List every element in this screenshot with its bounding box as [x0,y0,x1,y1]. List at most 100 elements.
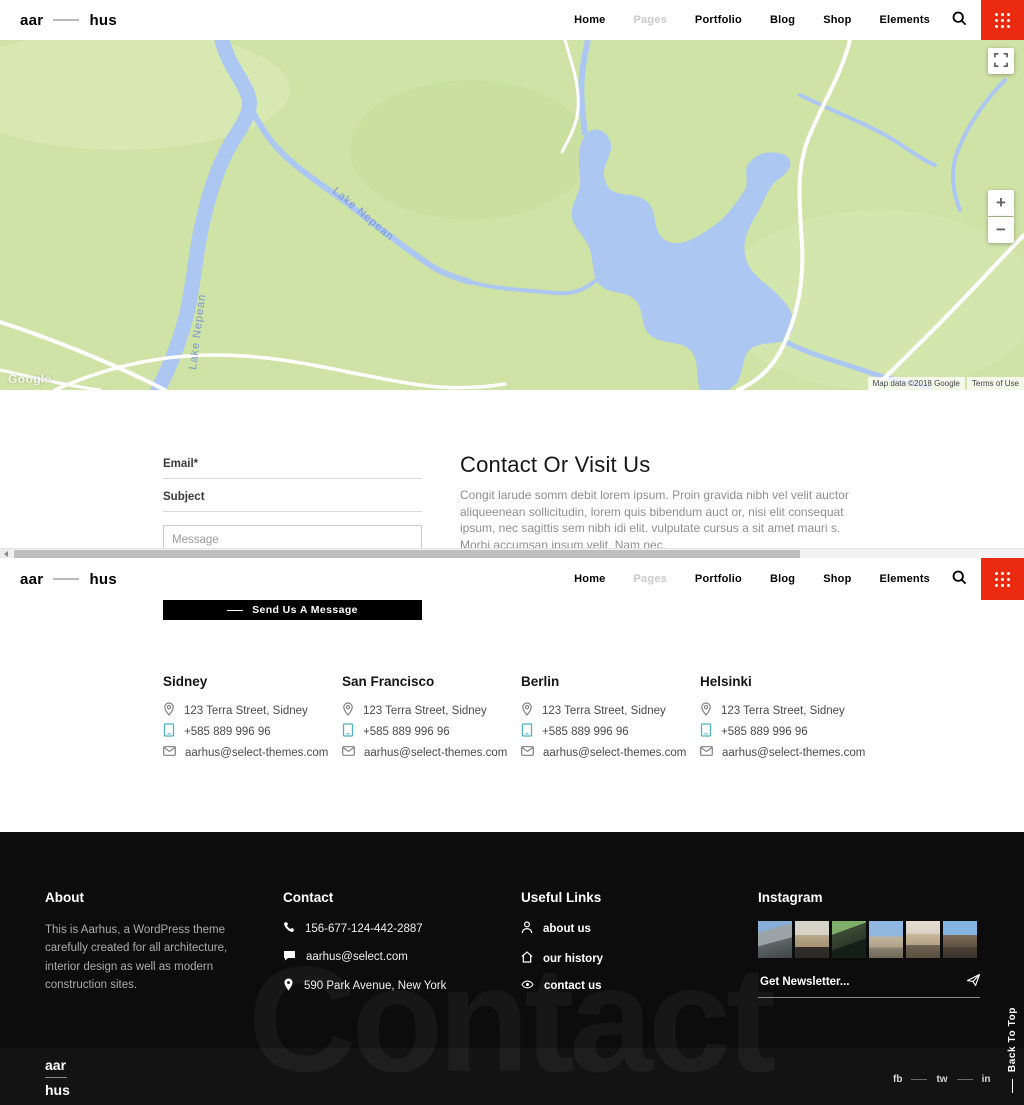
footer: Contact About This is Aarhus, a WordPres… [0,832,1024,1105]
link-label: contact us [544,980,602,992]
widget-menu-button[interactable] [981,0,1024,40]
footer-instagram-title: Instagram [758,890,980,905]
left-arrow-icon [4,551,8,557]
footer-bottom-bar: aar hus fb tw in [0,1048,1024,1105]
logo-dash [45,1077,67,1078]
social-linkedin[interactable]: in [982,1074,991,1085]
link-our-history[interactable]: our history [521,951,758,966]
social-facebook[interactable]: fb [893,1074,902,1085]
instagram-photo[interactable] [795,921,829,958]
send-message-label: Send Us A Message [252,604,358,616]
city-name: Helsinki [700,674,879,689]
footer-about: About This is Aarhus, a WordPress theme … [45,890,283,1008]
map-zoom-out-button[interactable]: − [988,217,1014,243]
nav-portfolio[interactable]: Portfolio [681,573,756,585]
footer-email-row: aarhus@select.com [283,950,521,964]
footer-columns: About This is Aarhus, a WordPress theme … [0,832,980,1008]
google-map[interactable]: Lake Nepean Lake Nepean + − Google Map d… [0,40,1024,390]
instagram-photo[interactable] [758,921,792,958]
phone-text: +585 889 996 96 [542,726,629,738]
map-terms-link[interactable]: Terms of Use [967,377,1024,390]
map-attribution: Map data ©2018 Google Terms of Use [868,377,1024,390]
header-top: aar hus Home Pages Portfolio Blog Shop E… [0,0,1024,40]
email-text: aarhus@select-themes.com [364,747,507,759]
email-text: aarhus@select-themes.com [185,747,328,759]
main-nav: Home Pages Portfolio Blog Shop Elements [560,558,1024,600]
nav-blog[interactable]: Blog [756,573,809,585]
map-fullscreen-button[interactable] [988,48,1014,74]
link-contact-us[interactable]: contact us [521,980,758,992]
header-sticky: aar hus Home Pages Portfolio Blog Shop E… [0,558,1024,600]
phone-row: +585 889 996 96 [700,725,879,738]
social-links: fb tw in [893,1074,990,1085]
instagram-photo[interactable] [906,921,940,958]
nav-pages[interactable]: Pages [620,14,681,26]
section-heading: Contact Or Visit Us [460,452,852,478]
newsletter-input[interactable] [758,975,967,989]
nav-elements[interactable]: Elements [865,573,944,585]
instagram-photo[interactable] [943,921,977,958]
pin-icon [700,702,712,719]
address-text: 123 Terra Street, Sidney [363,705,487,717]
phone-icon [283,921,295,936]
map-zoom-in-button[interactable]: + [988,190,1014,216]
footer-about-text: This is Aarhus, a WordPress theme carefu… [45,921,250,995]
nav-portfolio[interactable]: Portfolio [681,14,756,26]
section-body: Congit larude somm debit lorem ipsum. Pr… [460,487,852,553]
envelope-icon [163,746,176,759]
logo-part1: aar [45,1057,70,1073]
email-row: aarhus@select-themes.com [342,746,521,759]
nav-home[interactable]: Home [560,573,619,585]
footer-phone-row: 156-677-124-442-2887 [283,921,521,936]
tablet-icon [521,723,533,740]
subject-field[interactable] [163,485,422,512]
contact-info: Contact Or Visit Us Congit larude somm d… [460,452,852,553]
send-message-button[interactable]: Send Us A Message [163,600,422,620]
phone-row: +585 889 996 96 [521,725,700,738]
scrollbar-thumb[interactable] [14,550,800,558]
google-logo[interactable]: Google [8,372,52,386]
address-row: 123 Terra Street, Sidney [700,704,879,717]
search-button[interactable] [944,570,981,588]
home-icon [521,951,533,966]
nav-shop[interactable]: Shop [809,573,865,585]
footer-logo[interactable]: aar hus [45,1057,70,1098]
back-to-top-button[interactable]: Back To Top [1007,1007,1018,1093]
footer-useful-links: Useful Links about us our history contac… [521,890,758,1008]
pin-icon [163,702,175,719]
email-field[interactable] [163,452,422,479]
social-twitter[interactable]: tw [936,1074,947,1085]
nav-shop[interactable]: Shop [809,14,865,26]
nav-elements[interactable]: Elements [865,14,944,26]
horizontal-scrollbar[interactable] [0,548,1024,558]
logo[interactable]: aar hus [20,571,117,588]
search-button[interactable] [944,11,981,29]
phone-text: +585 889 996 96 [184,726,271,738]
nav-pages[interactable]: Pages [620,573,681,585]
footer-phone-text: 156-677-124-442-2887 [305,923,423,935]
nav-blog[interactable]: Blog [756,14,809,26]
footer-address-row: 590 Park Avenue, New York [283,978,521,994]
logo-part1: aar [20,571,43,588]
nav-home[interactable]: Home [560,14,619,26]
back-to-top-dash [1012,1079,1013,1093]
tablet-icon [342,723,354,740]
location-san-francisco: San Francisco 123 Terra Street, Sidney +… [342,674,521,767]
address-row: 123 Terra Street, Sidney [342,704,521,717]
logo[interactable]: aar hus [20,12,117,29]
link-about-us[interactable]: about us [521,921,758,937]
locations-section: Sidney 123 Terra Street, Sidney +585 889… [163,674,879,767]
widget-menu-button[interactable] [981,558,1024,600]
newsletter-submit-button[interactable] [967,974,980,989]
search-icon [952,11,967,29]
footer-contact-title: Contact [283,890,521,905]
instagram-photo[interactable] [832,921,866,958]
pin-icon [342,702,354,719]
instagram-photo[interactable] [869,921,903,958]
back-to-top-label: Back To Top [1007,1007,1018,1072]
city-name: Berlin [521,674,700,689]
phone-row: +585 889 996 96 [342,725,521,738]
social-dash [911,1079,927,1080]
scrollbar-left-arrow[interactable] [0,549,12,558]
logo-part2: hus [89,12,117,29]
